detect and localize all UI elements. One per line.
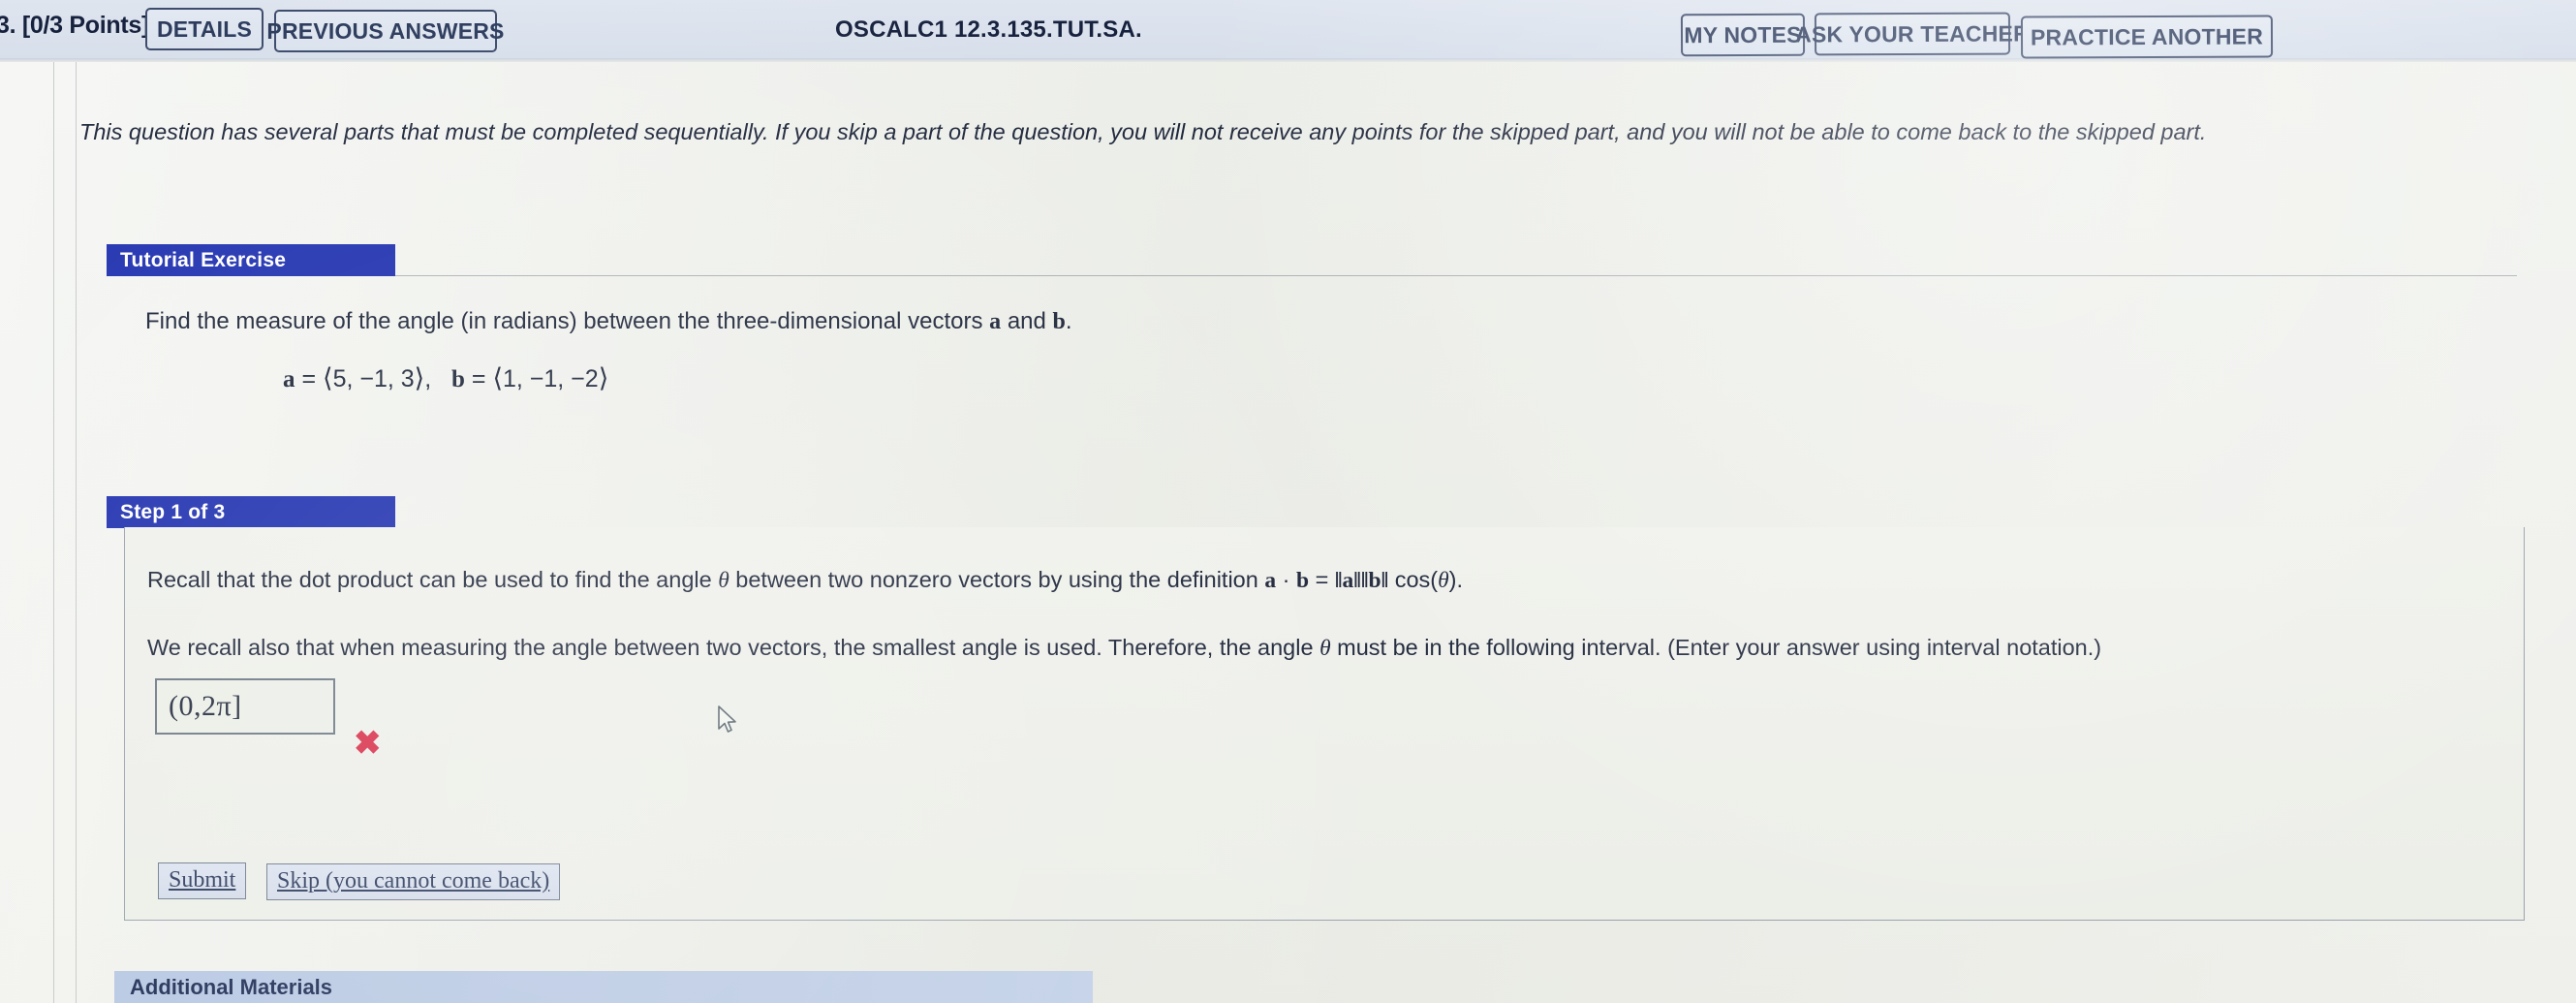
step1-line2-part1: We recall also that when measuring the a… xyxy=(147,635,1320,660)
question-number-and-points: 3. [0/3 Points] xyxy=(0,12,150,39)
theta-symbol-interval: θ xyxy=(1319,636,1331,661)
vector-b-components: 1, −1, −2 xyxy=(502,365,599,392)
tutorial-exercise-section-header: Tutorial Exercise xyxy=(107,244,395,276)
vector-a-equals: = xyxy=(301,365,317,392)
step1-line2-part2: must be in the following interval. (Ente… xyxy=(1330,635,2102,660)
vector-a-symbol: a xyxy=(989,309,1002,334)
incorrect-x-icon: ✖ xyxy=(354,725,382,762)
vector-a-open-angle: ⟨ xyxy=(323,363,333,392)
practice-another-button[interactable]: PRACTICE ANOTHER xyxy=(2020,15,2274,59)
ask-your-teacher-button[interactable]: ASK YOUR TEACHER xyxy=(1795,12,2030,56)
skip-button-label: Skip (you cannot come back) xyxy=(277,868,550,893)
question-code: OSCALC1 12.3.135.TUT.SA. xyxy=(835,16,1142,43)
step1-line1-part1: Recall that the dot product can be used … xyxy=(147,567,719,592)
tutorial-section-divider xyxy=(395,275,2517,276)
tutorial-prompt-part2: and xyxy=(1001,308,1053,334)
tutorial-prompt-part1: Find the measure of the angle (in radian… xyxy=(145,308,990,334)
vector-b-open-angle: ⟨ xyxy=(492,363,503,392)
vector-a-close-angle: ⟩ xyxy=(414,363,425,392)
formula-norm-b: ‖b‖ xyxy=(1360,568,1389,593)
page-left-rule-outer xyxy=(53,0,54,1003)
my-notes-button[interactable]: MY NOTES xyxy=(1680,13,1806,57)
formula-equals: = xyxy=(1309,567,1335,592)
vector-a-components: 5, −1, 3 xyxy=(332,365,415,392)
step1-line1-part2: between two nonzero vectors by using the… xyxy=(729,567,1265,592)
vector-separator-comma: , xyxy=(424,365,432,392)
vector-b-label: b xyxy=(451,366,465,392)
tutorial-prompt-text: Find the measure of the angle (in radian… xyxy=(145,308,1072,335)
dot-product-definition-text: Recall that the dot product can be used … xyxy=(147,567,1463,594)
step-1-section-header: Step 1 of 3 xyxy=(107,496,395,528)
submit-button[interactable]: Submit xyxy=(158,862,247,899)
formula-cos-open: cos( xyxy=(1388,567,1439,592)
formula-dot-operator: · xyxy=(1276,567,1296,592)
submit-button-label: Submit xyxy=(169,867,236,893)
vector-b-symbol: b xyxy=(1052,309,1066,334)
tutorial-prompt-part3: . xyxy=(1065,308,1072,334)
previous-answers-button[interactable]: PREVIOUS ANSWERS xyxy=(266,10,504,52)
theta-symbol-inline: θ xyxy=(718,568,729,593)
sequential-parts-notice: This question has several parts that mus… xyxy=(79,119,2207,144)
interval-answer-input[interactable]: (0,2π] xyxy=(155,678,335,735)
additional-materials-section-header[interactable]: Additional Materials xyxy=(114,971,1093,1003)
question-header-underline xyxy=(0,58,2576,62)
details-button[interactable]: DETAILS xyxy=(145,8,264,50)
skip-button[interactable]: Skip (you cannot come back) xyxy=(266,863,561,900)
vector-b-equals: = xyxy=(471,365,486,392)
smallest-angle-interval-text: We recall also that when measuring the a… xyxy=(147,635,2101,662)
question-page: 3. [0/3 Points] DETAILS PREVIOUS ANSWERS… xyxy=(0,0,2576,1003)
formula-vector-a: a xyxy=(1264,568,1277,593)
page-left-rule-inner xyxy=(76,58,77,1003)
vector-a-label: a xyxy=(283,366,295,392)
formula-theta: θ xyxy=(1438,568,1449,593)
formula-norm-a: ‖a‖ xyxy=(1334,568,1361,593)
formula-close: ). xyxy=(1448,567,1464,592)
formula-vector-b: b xyxy=(1296,568,1310,593)
vector-definitions: a = ⟨5, −1, 3⟩, b = ⟨1, −1, −2⟩ xyxy=(283,363,608,393)
vector-b-close-angle: ⟩ xyxy=(598,363,609,392)
